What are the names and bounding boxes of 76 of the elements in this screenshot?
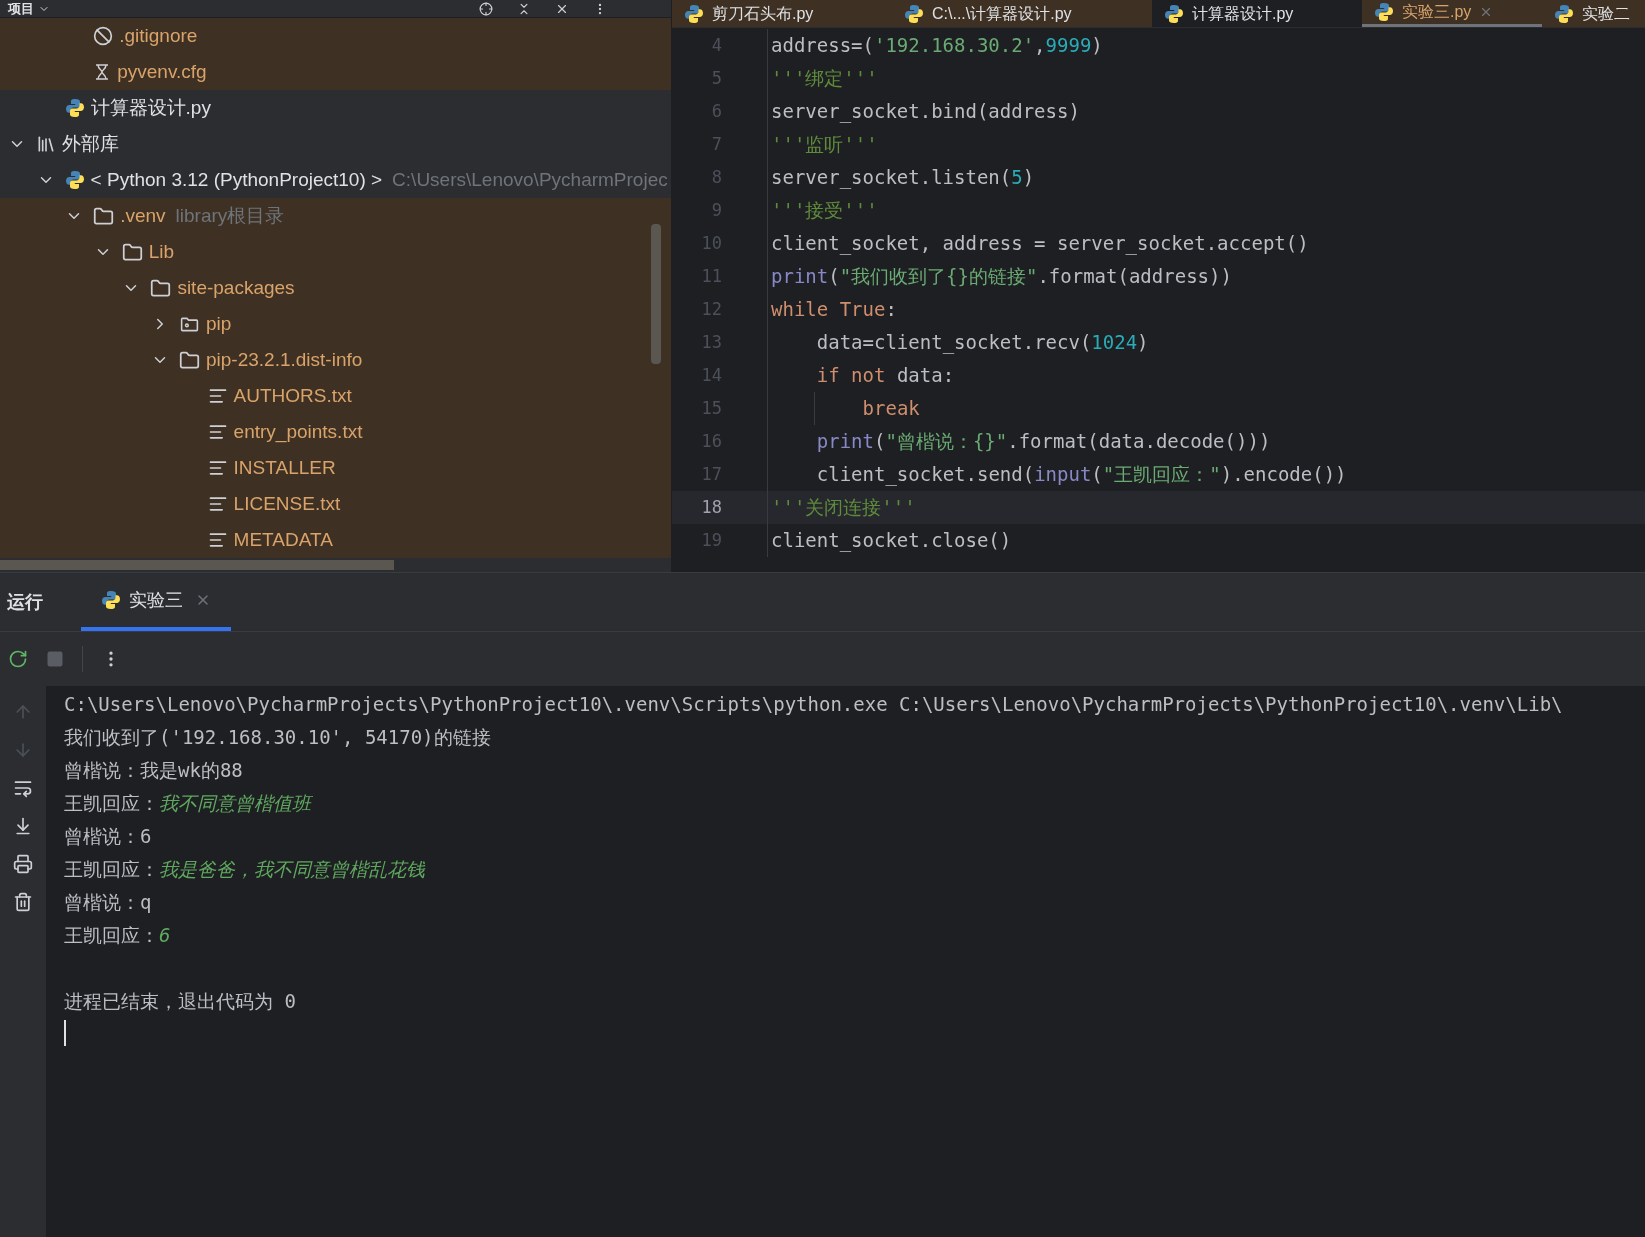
tree-item-label: AUTHORS.txt: [233, 383, 352, 408]
panel-title: 运行: [7, 590, 43, 614]
vertical-scrollbar[interactable]: [651, 224, 661, 364]
tree-item-label: pip-23.2.1.dist-info: [206, 347, 363, 372]
text-file-icon: [207, 458, 228, 478]
tree-item-label: site-packages: [177, 275, 295, 300]
folder-icon: [121, 241, 143, 263]
trash-icon[interactable]: [13, 892, 33, 912]
tree-row[interactable]: pyvenv.cfg: [0, 54, 671, 90]
folder-icon: [179, 349, 200, 371]
scroll-to-end-icon[interactable]: [13, 816, 33, 836]
python-icon: [1164, 3, 1184, 24]
python-icon: [904, 3, 924, 24]
tree-row[interactable]: pip: [0, 306, 671, 342]
text-file-icon: [207, 494, 228, 514]
tree-item-label: 计算器设计.py: [90, 95, 211, 120]
tree-item-label: .gitignore: [119, 23, 198, 48]
output-text: 曾楷说：我是wk的88: [64, 758, 243, 784]
print-icon[interactable]: [13, 854, 33, 874]
output-text: 王凯回应：: [64, 923, 159, 949]
tree-item-label: Lib: [148, 239, 175, 264]
tree-item-label: < Python 3.12 (PythonProject10) >: [90, 167, 383, 192]
python-icon: [1374, 2, 1394, 22]
tree-row[interactable]: .venv library根目录: [0, 198, 671, 234]
tree-item-label: pip: [206, 311, 232, 336]
panel-title: 项目: [8, 2, 34, 15]
tree-row[interactable]: AUTHORS.txt: [0, 378, 671, 414]
soft-wrap-icon[interactable]: [13, 778, 33, 798]
editor-tab[interactable]: 实验三.py: [1362, 0, 1542, 27]
editor-tab[interactable]: C:\...\计算器设计.py: [892, 0, 1152, 27]
editor-tab[interactable]: 实验二: [1542, 0, 1645, 27]
text-file-icon: [207, 386, 228, 406]
editor-tab[interactable]: 剪刀石头布.py: [672, 0, 892, 27]
tree-row[interactable]: INSTALLER: [0, 450, 671, 486]
typed-reply-text: 我是爸爸，我不同意曾楷乱花钱: [159, 857, 425, 883]
tree-row[interactable]: Lib: [0, 234, 671, 270]
output-text: 曾楷说：q: [64, 890, 152, 916]
tree-row[interactable]: site-packages: [0, 270, 671, 306]
rerun-icon[interactable]: [8, 649, 28, 669]
output-text: 曾楷说：6: [64, 824, 152, 850]
typed-reply-text: 6: [159, 923, 171, 949]
tree-row[interactable]: METADATA: [0, 522, 671, 558]
horizontal-scrollbar[interactable]: [0, 560, 394, 570]
output-text: 我们收到了('192.168.30.10', 54170)的链接: [64, 725, 491, 751]
tree-item-label: METADATA: [233, 527, 333, 552]
tree-item-hint: library根目录: [175, 203, 285, 228]
output-text: C:\Users\Lenovo\PycharmProjects\PythonProject10\.venv\Scripts\python.exe C:\Users\Lenovo\PycharmProjects\PythonProject10\.venv\Lib\: [64, 692, 1563, 718]
python-icon: [1554, 3, 1574, 24]
text-file-icon: [207, 530, 228, 550]
python-icon: [64, 98, 85, 118]
collapse-icon[interactable]: [517, 1, 531, 16]
blocked-icon: [93, 26, 114, 46]
tree-item-label: .venv: [120, 203, 166, 228]
text-file-icon: [207, 422, 228, 442]
exit-message: 进程已结束，退出代码为 0: [64, 989, 296, 1015]
python-icon: [101, 590, 121, 610]
folder-icon: [93, 205, 115, 227]
tree-item-label: INSTALLER: [233, 455, 336, 480]
tree-row[interactable]: entry_points.txt: [0, 414, 671, 450]
python-icon: [684, 3, 704, 24]
tree-item-label: LICENSE.txt: [233, 491, 341, 516]
tree-item-label: 外部库: [62, 131, 119, 156]
tree-item-label: entry_points.txt: [233, 419, 363, 445]
output-text: 王凯回应：: [64, 857, 159, 883]
library-icon: [36, 134, 56, 154]
output-text: 王凯回应：: [64, 791, 159, 817]
tree-row[interactable]: pip-23.2.1.dist-info: [0, 342, 671, 378]
typed-reply-text: 我不同意曾楷值班: [159, 791, 311, 817]
tree-row[interactable]: LICENSE.txt: [0, 486, 671, 522]
folder-icon: [150, 277, 172, 299]
tree-row[interactable]: .gitignore: [0, 18, 671, 54]
python-icon: [64, 170, 85, 190]
locate-icon[interactable]: [479, 1, 493, 16]
text-cursor: [64, 1020, 66, 1046]
tree-item-hint: C:\Users\Lenovo\PycharmProjec: [392, 167, 668, 192]
tree-item-label: pyvenv.cfg: [117, 59, 207, 84]
